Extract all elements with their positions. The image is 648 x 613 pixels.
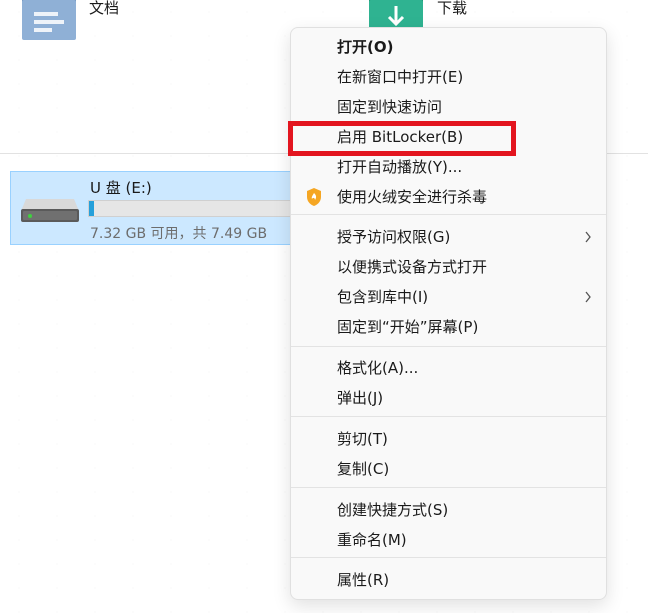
menu-item-cut[interactable]: 剪切(T): [291, 424, 606, 454]
documents-folder-icon: [22, 0, 76, 40]
menu-item-rename[interactable]: 重命名(M): [291, 525, 606, 555]
menu-item-format[interactable]: 格式化(A)...: [291, 353, 606, 383]
menu-item-label: 剪切(T): [337, 430, 388, 448]
menu-item-eject[interactable]: 弹出(J): [291, 383, 606, 413]
menu-item-label: 弹出(J): [337, 389, 384, 407]
menu-item-label: 以便携式设备方式打开: [337, 258, 488, 276]
context-menu: 打开(O) 在新窗口中打开(E) 固定到快速访问 启用 BitLocker(B) 打开自…: [290, 27, 607, 600]
menu-item-huorong-scan[interactable]: 使用火绒安全进行杀毒: [291, 182, 606, 212]
menu-separator: [291, 346, 606, 347]
menu-separator: [291, 557, 606, 558]
folder-downloads-label: 下载: [437, 0, 468, 17]
usb-drive-icon: [21, 199, 79, 222]
menu-item-label: 打开自动播放(Y)...: [337, 158, 463, 176]
menu-item-open-new-window[interactable]: 在新窗口中打开(E): [291, 62, 606, 92]
menu-item-label: 固定到快速访问: [337, 98, 443, 116]
menu-item-label: 属性(R): [337, 571, 390, 589]
menu-separator: [291, 214, 606, 215]
menu-item-label: 授予访问权限(G): [337, 228, 451, 246]
menu-item-label: 固定到“开始”屏幕(P): [337, 318, 479, 336]
chevron-right-icon: [585, 231, 591, 243]
drive-space-text: 7.32 GB 可用，共 7.49 GB: [90, 226, 268, 242]
menu-item-properties[interactable]: 属性(R): [291, 565, 606, 595]
menu-item-open-autoplay[interactable]: 打开自动播放(Y)...: [291, 152, 606, 182]
menu-item-pin-quick-access[interactable]: 固定到快速访问: [291, 92, 606, 122]
huorong-shield-icon: [307, 188, 321, 206]
menu-item-label: 在新窗口中打开(E): [337, 68, 464, 86]
menu-item-create-shortcut[interactable]: 创建快捷方式(S): [291, 495, 606, 525]
folder-documents-label: 文档: [89, 0, 120, 17]
chevron-right-icon: [585, 291, 591, 303]
drive-usage-bar: [88, 200, 298, 217]
drive-name: U 盘 (E:): [90, 179, 152, 197]
menu-item-label: 使用火绒安全进行杀毒: [337, 188, 488, 206]
menu-item-give-access[interactable]: 授予访问权限(G): [291, 222, 606, 252]
menu-item-label: 创建快捷方式(S): [337, 501, 449, 519]
menu-separator: [291, 416, 606, 417]
menu-item-label: 重命名(M): [337, 531, 407, 549]
menu-item-open[interactable]: 打开(O): [291, 32, 606, 62]
drive-tile-usb[interactable]: U 盘 (E:) 7.32 GB 可用，共 7.49 GB: [10, 171, 298, 245]
menu-item-label: 格式化(A)...: [337, 359, 419, 377]
menu-separator: [291, 487, 606, 488]
menu-item-label: 复制(C): [337, 460, 390, 478]
menu-item-open-portable-device[interactable]: 以便携式设备方式打开: [291, 252, 606, 282]
menu-item-copy[interactable]: 复制(C): [291, 454, 606, 484]
menu-item-label: 包含到库中(I): [337, 288, 429, 306]
menu-item-pin-to-start[interactable]: 固定到“开始”屏幕(P): [291, 312, 606, 342]
drive-usage-fill: [89, 201, 94, 216]
menu-item-include-in-library[interactable]: 包含到库中(I): [291, 282, 606, 312]
menu-item-label: 打开(O): [337, 38, 394, 56]
highlight-box-bitlocker: [288, 121, 516, 156]
